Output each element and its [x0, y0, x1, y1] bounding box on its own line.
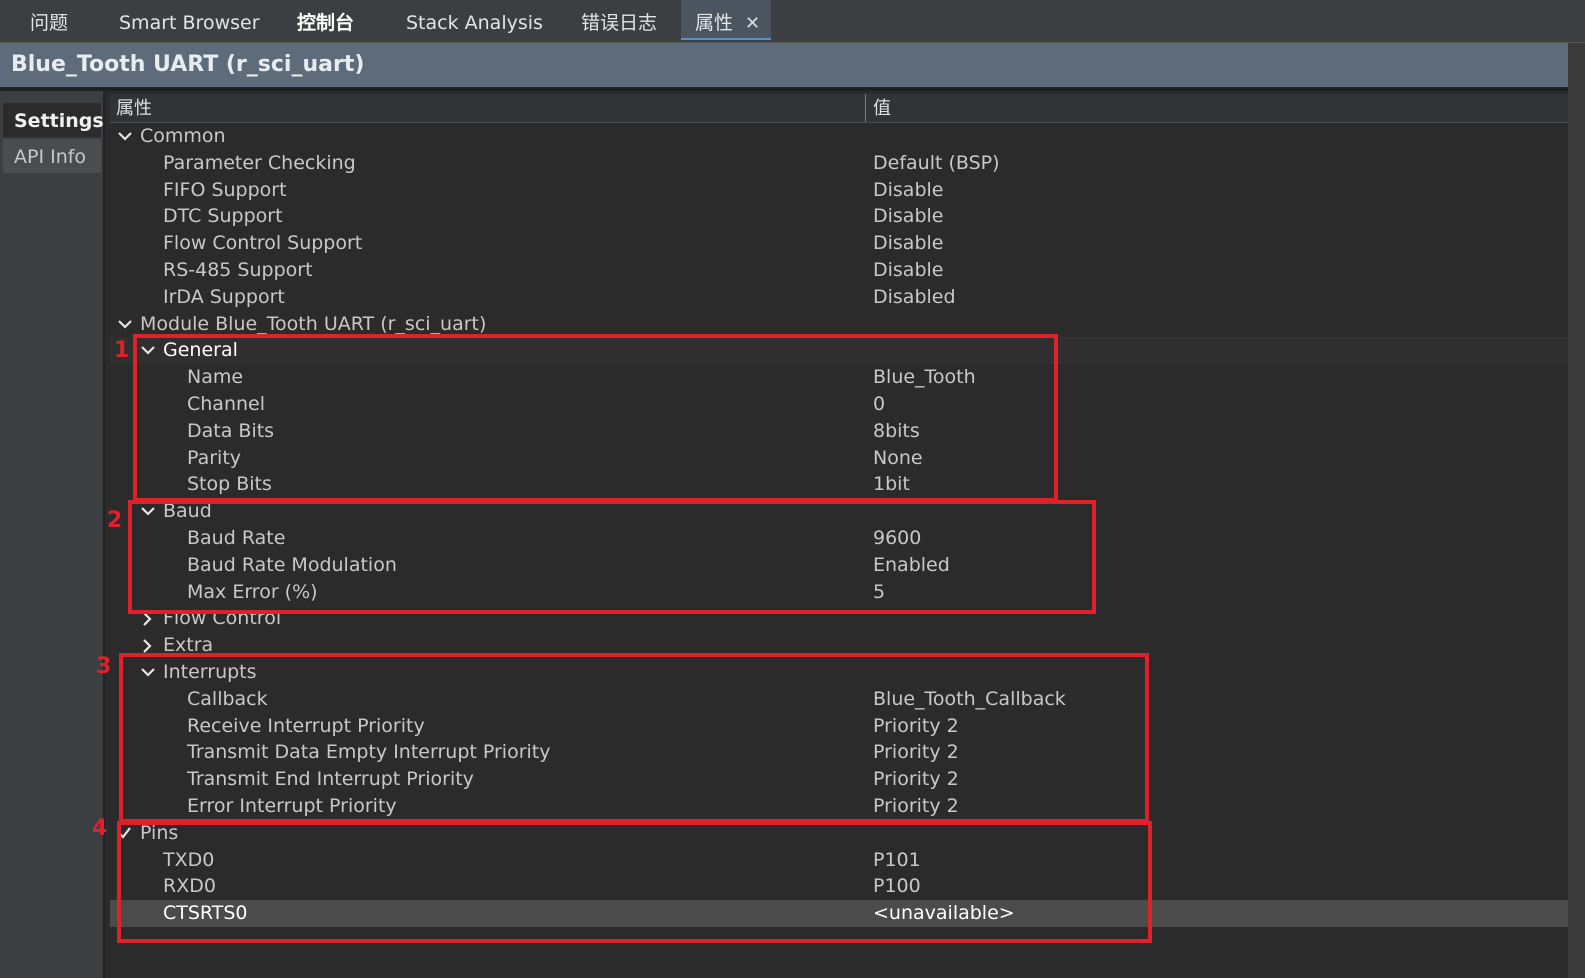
property-value[interactable]: Default (BSP): [873, 150, 1000, 177]
property-label: Flow Control Support: [163, 232, 363, 255]
table-header: 属性 值: [110, 94, 1568, 123]
tree-group-row[interactable]: Common: [110, 123, 1568, 150]
property-row[interactable]: RS-485 Support Disable: [110, 257, 1568, 284]
tab-label: 属性: [695, 12, 734, 34]
tab-smart-browser[interactable]: Smart Browser: [119, 0, 260, 42]
property-label: Parameter Checking: [163, 151, 356, 174]
vertical-scrollbar[interactable]: [1568, 43, 1585, 978]
property-value[interactable]: Disabled: [873, 284, 956, 311]
property-label: IrDA Support: [163, 285, 285, 308]
annotation-number-2: 2: [107, 508, 123, 533]
tab-label: 错误日志: [581, 12, 658, 34]
close-icon[interactable]: ✕: [745, 1, 760, 47]
property-value[interactable]: Disable: [873, 257, 943, 284]
side-tab-panel: Settings API Info: [0, 91, 105, 978]
tab-properties[interactable]: 属性 ✕: [681, 0, 771, 40]
property-label: FIFO Support: [163, 178, 287, 201]
tab-label: Stack Analysis: [406, 12, 543, 34]
tab-stack-analysis[interactable]: Stack Analysis: [406, 0, 543, 42]
editor-tab-bar: 问题 Smart Browser 控制台 Stack Analysis 错误日志…: [0, 0, 1585, 43]
property-row[interactable]: DTC Support Disable: [110, 203, 1568, 230]
properties-title-bar: Blue_Tooth UART (r_sci_uart): [0, 43, 1568, 87]
column-header-value[interactable]: 值: [873, 94, 891, 124]
annotation-box-2: [128, 500, 1096, 614]
page-title: Blue_Tooth UART (r_sci_uart): [11, 52, 365, 77]
tab-label: 问题: [30, 12, 69, 34]
property-label: DTC Support: [163, 205, 283, 228]
side-tab-api-info[interactable]: API Info: [3, 139, 101, 173]
property-label: RS-485 Support: [163, 259, 313, 281]
tab-label: 控制台: [297, 12, 355, 34]
divider: [0, 87, 1568, 91]
annotation-number-3: 3: [96, 654, 112, 679]
property-row[interactable]: IrDA Support Disabled: [110, 284, 1568, 311]
property-label: Common: [140, 125, 226, 147]
side-tab-settings[interactable]: Settings: [3, 103, 104, 137]
annotation-box-3: [119, 653, 1149, 823]
tab-error-log[interactable]: 错误日志: [581, 0, 657, 42]
column-header-property[interactable]: 属性: [116, 94, 152, 124]
annotation-box-4: [117, 821, 1152, 943]
annotation-number-1: 1: [114, 338, 130, 363]
tab-problems[interactable]: 问题: [30, 0, 68, 42]
property-row[interactable]: Parameter Checking Default (BSP): [110, 150, 1568, 177]
property-value[interactable]: Disable: [873, 230, 943, 257]
tab-console[interactable]: 控制台: [297, 0, 354, 42]
property-value[interactable]: Disable: [873, 177, 943, 204]
annotation-box-1: [133, 334, 1058, 502]
column-divider[interactable]: [865, 94, 866, 122]
annotation-number-4: 4: [92, 816, 108, 841]
property-row[interactable]: Flow Control Support Disable: [110, 230, 1568, 257]
tab-label: Smart Browser: [119, 12, 260, 34]
property-row[interactable]: FIFO Support Disable: [110, 177, 1568, 204]
property-value[interactable]: Disable: [873, 203, 943, 230]
